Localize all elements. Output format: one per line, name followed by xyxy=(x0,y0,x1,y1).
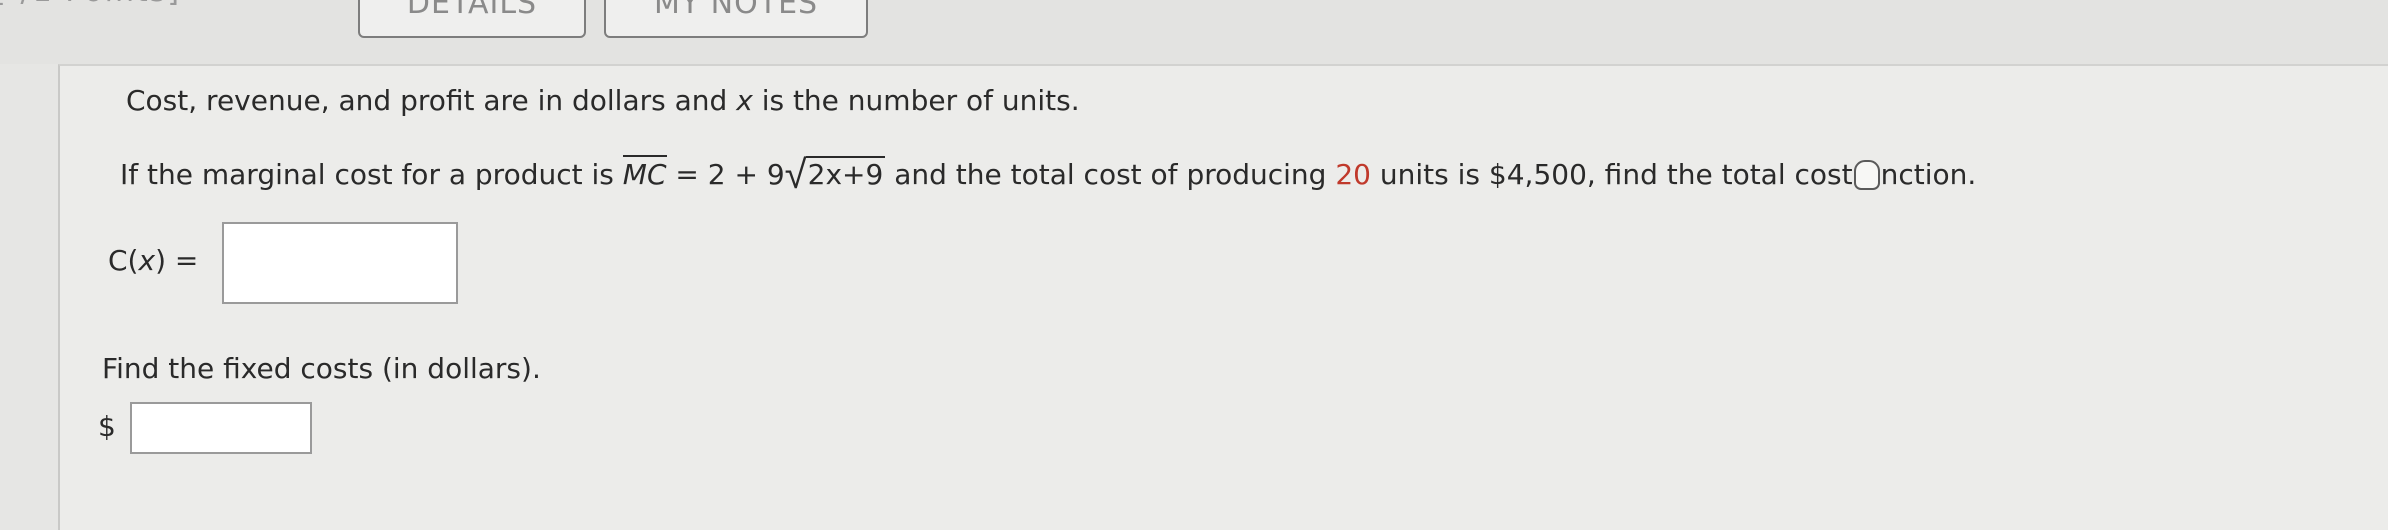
fixed-costs-input[interactable] xyxy=(130,402,312,454)
cost-function-input[interactable] xyxy=(222,222,458,304)
details-button[interactable]: DETAILS xyxy=(358,0,586,38)
units-value: 20 xyxy=(1335,158,1371,191)
dollar-sign: $ xyxy=(98,410,116,443)
question-prompt: If the marginal cost for a product is MC… xyxy=(120,152,1977,198)
marginal-cost-symbol: MC xyxy=(622,155,667,191)
hand-cursor-icon xyxy=(1853,160,1880,190)
my-notes-button[interactable]: MY NOTES xyxy=(604,0,868,38)
radicand: 2x+9 xyxy=(805,156,886,191)
fixed-costs-prompt: Find the fixed costs (in dollars). xyxy=(102,352,541,385)
top-toolbar: [-/1 Points] DETAILS MY NOTES xyxy=(0,0,2388,64)
square-root-icon: √ xyxy=(784,152,807,198)
cost-function-label: C(x) = xyxy=(108,244,199,277)
question-panel: Cost, revenue, and profit are in dollars… xyxy=(58,64,2388,530)
intro-text: Cost, revenue, and profit are in dollars… xyxy=(126,84,1080,117)
points-label: [-/1 Points] xyxy=(0,0,181,9)
